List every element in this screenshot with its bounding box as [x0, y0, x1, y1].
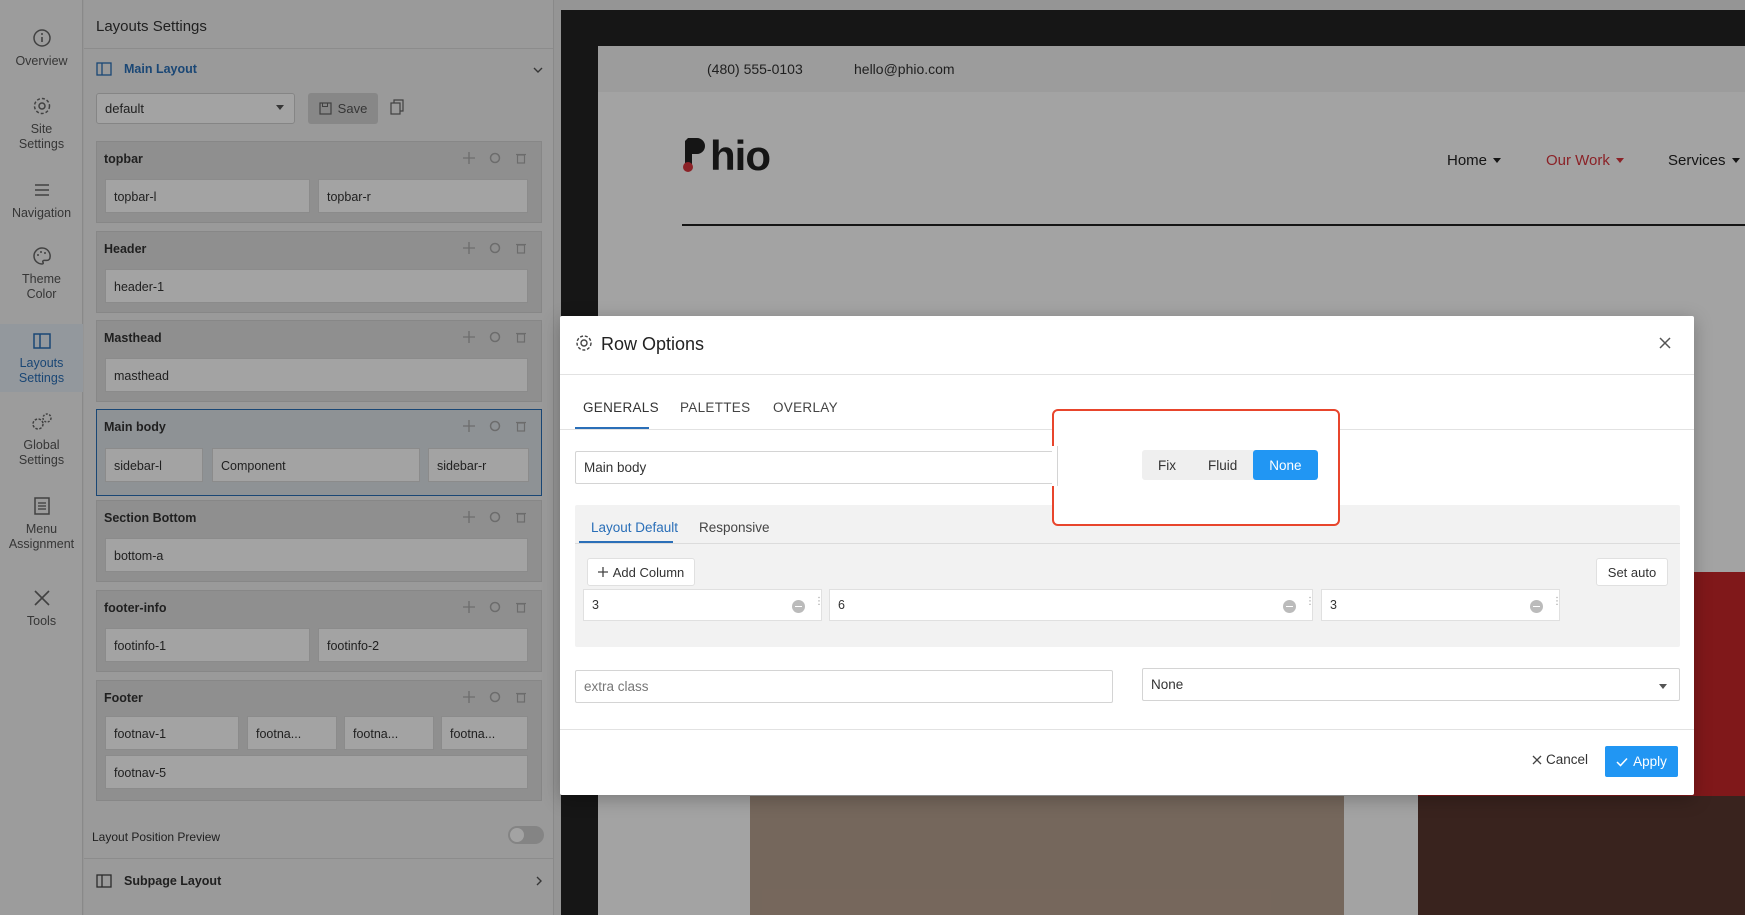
tab-overlay[interactable]: OVERLAY — [773, 400, 838, 415]
tab-generals[interactable]: GENERALS — [583, 400, 659, 415]
column-value: 3 — [592, 598, 599, 612]
style-select[interactable]: None — [1142, 668, 1680, 701]
subtab-layout-default[interactable]: Layout Default — [591, 520, 678, 535]
set-auto-button[interactable]: Set auto — [1596, 558, 1668, 586]
add-column-label: Add Column — [612, 564, 685, 580]
close-icon[interactable] — [1658, 336, 1672, 350]
style-select-value: None — [1151, 677, 1184, 692]
width-none-option[interactable]: None — [1253, 450, 1318, 480]
check-icon — [1616, 757, 1628, 767]
row-options-modal: Row Options GENERALS PALETTES OVERLAY Ma… — [560, 316, 1694, 795]
columns-panel: Layout Default Responsive Add Column Set… — [575, 505, 1680, 647]
width-fluid-option[interactable]: Fluid — [1192, 450, 1253, 480]
column-value: 3 — [1330, 598, 1337, 612]
set-auto-label: Set auto — [1607, 564, 1657, 580]
plus-icon — [597, 567, 608, 577]
column-width-field[interactable]: 3 ⋮ — [1321, 589, 1562, 621]
minus-circle-icon[interactable] — [1283, 600, 1296, 613]
add-column-button[interactable]: Add Column — [587, 558, 695, 586]
gear-icon — [576, 335, 592, 351]
tab-palettes[interactable]: PALETTES — [680, 400, 750, 415]
modal-title: Row Options — [601, 334, 705, 354]
cancel-button[interactable]: Cancel — [1532, 752, 1588, 767]
row-name-input[interactable]: Main body — [575, 451, 1113, 484]
caret-down-icon — [1659, 684, 1667, 689]
drag-handle-icon[interactable]: ⋮ — [1305, 597, 1315, 607]
extra-class-input[interactable]: extra class — [575, 670, 1113, 703]
width-fix-option[interactable]: Fix — [1142, 450, 1192, 480]
drag-handle-icon[interactable]: ⋮ — [814, 597, 824, 607]
drag-handle-icon[interactable]: ⋮ — [1552, 597, 1562, 607]
minus-circle-icon[interactable] — [1530, 600, 1543, 613]
column-width-field[interactable]: 6 ⋮ — [829, 589, 1315, 621]
column-width-field[interactable]: 3 ⋮ — [583, 589, 824, 621]
width-mode-toggle[interactable]: Fix Fluid None — [1142, 450, 1318, 480]
apply-button[interactable]: Apply — [1605, 746, 1678, 777]
column-value: 6 — [838, 598, 845, 612]
subtab-responsive[interactable]: Responsive — [699, 520, 770, 535]
apply-label: Apply — [1633, 754, 1667, 769]
close-icon — [1532, 755, 1542, 764]
minus-circle-icon[interactable] — [792, 600, 805, 613]
cancel-label: Cancel — [1546, 752, 1589, 767]
